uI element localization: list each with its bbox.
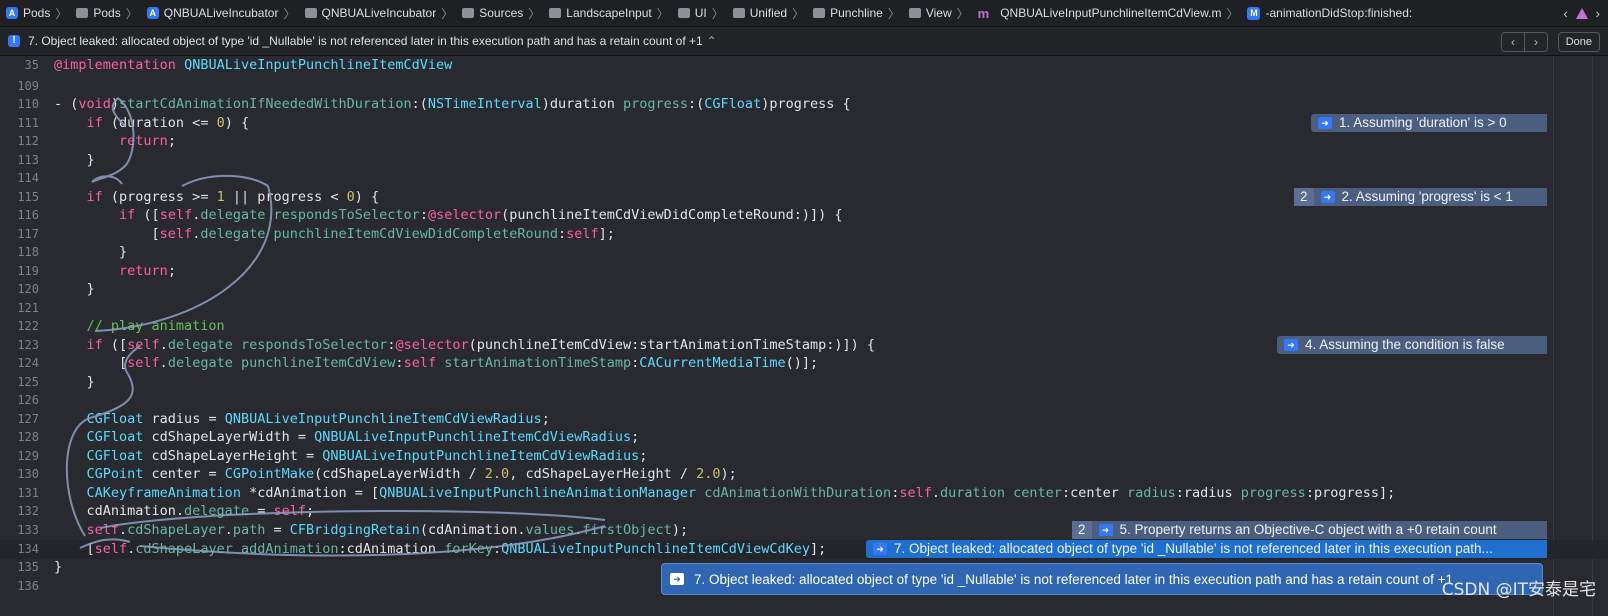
crumb-label: Sources — [479, 6, 524, 20]
crumb-sources[interactable]: Sources — [456, 6, 525, 20]
crumb-pods-project[interactable]: A Pods — [0, 6, 52, 20]
jump-bar: A Pods 〉 Pods 〉 A QNBUALiveIncubator 〉 QNB… — [0, 0, 1608, 27]
path-arrow — [99, 509, 606, 529]
chevron-right-icon: 〉 — [283, 6, 296, 21]
crumb-label: QNBUALiveInputPunchlineItemCdView.m — [1000, 6, 1222, 20]
path-arrow — [181, 174, 269, 187]
analyzer-issue-icon: ! — [8, 35, 20, 47]
folder-icon — [304, 8, 317, 18]
path-arrow — [65, 373, 134, 537]
crumb-label: QNBUALiveIncubator — [321, 6, 437, 20]
chevron-right-icon: 〉 — [441, 6, 454, 21]
step-arrow-icon: ➜ — [1284, 339, 1298, 351]
crumb-label: UI — [694, 6, 707, 20]
issue-stepper-icon[interactable]: ⌃ — [707, 34, 717, 48]
chevron-right-icon: 〉 — [711, 6, 724, 21]
path-arrow — [139, 525, 606, 557]
crumb-label: Pods — [93, 6, 121, 20]
issue-text[interactable]: 7. Object leaked: allocated object of ty… — [28, 34, 703, 48]
previous-issue-button[interactable]: ‹ — [1502, 33, 1524, 51]
crumb-label: LandscapeInput — [566, 6, 652, 20]
objc-file-icon: m — [977, 5, 990, 21]
path-arrow — [79, 538, 131, 549]
step-arrow-icon: ➜ — [1318, 117, 1332, 129]
crumb-punchline[interactable]: Punchline — [807, 6, 885, 20]
crumb-landscape[interactable]: LandscapeInput — [543, 6, 653, 20]
crumb-label: Unified — [749, 6, 788, 20]
folder-icon — [462, 8, 475, 18]
crumb-view[interactable]: View — [903, 6, 954, 20]
chevron-left-icon[interactable]: ‹ — [1563, 6, 1567, 21]
xcode-project-icon: A — [6, 7, 18, 19]
analyzer-step-4[interactable]: ➜ 4. Assuming the condition is false — [1277, 336, 1547, 354]
folder-icon — [732, 8, 745, 18]
folder-icon — [677, 8, 690, 18]
issue-nav: ‹ › — [1501, 32, 1548, 52]
crumb-label: -animationDidStop:finished: — [1265, 6, 1413, 20]
chevron-right-icon: 〉 — [125, 6, 138, 21]
warning-icon[interactable] — [1575, 7, 1588, 19]
folder-icon — [76, 8, 89, 18]
chevron-right-icon: 〉 — [887, 6, 900, 21]
crumb-label: Punchline — [830, 6, 883, 20]
analyzer-step-5[interactable]: 2 ➜ 5. Property returns an Objective-C o… — [1072, 521, 1547, 539]
chevron-right-icon: 〉 — [656, 6, 669, 21]
chevron-right-icon: 〉 — [55, 6, 68, 21]
folder-icon — [908, 8, 921, 18]
folder-icon — [813, 8, 826, 18]
code-editor[interactable]: 35 @implementation QNBUALiveInputPunchlin… — [0, 56, 1608, 616]
crumb-target[interactable]: A QNBUALiveIncubator — [141, 6, 281, 20]
folder-icon — [549, 8, 562, 18]
path-arrow — [94, 185, 273, 332]
crumb-group[interactable]: QNBUALiveIncubator — [299, 6, 439, 20]
chevron-right-icon[interactable]: › — [1596, 6, 1600, 21]
step-arrow-icon: ➜ — [670, 573, 684, 585]
chevron-right-icon: 〉 — [1226, 6, 1239, 21]
crumb-method[interactable]: M -animationDidStop:finished: — [1241, 6, 1414, 20]
watermark: CSDN @IT安泰是宅 — [1441, 580, 1596, 600]
jump-bar-controls: ‹ › — [1563, 0, 1600, 26]
analyzer-step-7[interactable]: ➜ 7. Object leaked: allocated object of … — [866, 540, 1547, 558]
crumb-pods-group[interactable]: Pods — [70, 6, 122, 20]
chevron-right-icon: 〉 — [792, 6, 805, 21]
path-arrow — [124, 345, 141, 375]
crumb-label: View — [925, 6, 952, 20]
step-arrow-icon: ➜ — [1098, 524, 1113, 536]
next-issue-button[interactable]: › — [1524, 33, 1547, 51]
crumb-file[interactable]: m QNBUALiveInputPunchlineItemCdView.m — [972, 6, 1224, 21]
crumb-unified[interactable]: Unified — [727, 6, 789, 20]
crumb-ui[interactable]: UI — [672, 6, 709, 20]
crumb-label: QNBUALiveIncubator — [163, 6, 279, 20]
analyzer-step-2[interactable]: 2 ➜ 2. Assuming 'progress' is < 1 — [1294, 188, 1547, 206]
target-icon: A — [146, 7, 159, 19]
step-arrow-icon: ➜ — [1320, 191, 1335, 203]
method-icon: M — [1247, 6, 1261, 20]
done-button[interactable]: Done — [1557, 32, 1600, 52]
issue-bar: ! 7. Object leaked: allocated object of … — [0, 27, 1608, 56]
crumb-label: Pods — [23, 6, 51, 20]
issue-tooltip: ➜ 7. Object leaked: allocated object of … — [661, 563, 1543, 595]
analyzer-step-1[interactable]: ➜ 1. Assuming 'duration' is > 0 — [1311, 114, 1547, 132]
chevron-right-icon: 〉 — [956, 6, 969, 21]
chevron-right-icon: 〉 — [528, 6, 541, 21]
step-arrow-icon: ➜ — [873, 543, 887, 555]
